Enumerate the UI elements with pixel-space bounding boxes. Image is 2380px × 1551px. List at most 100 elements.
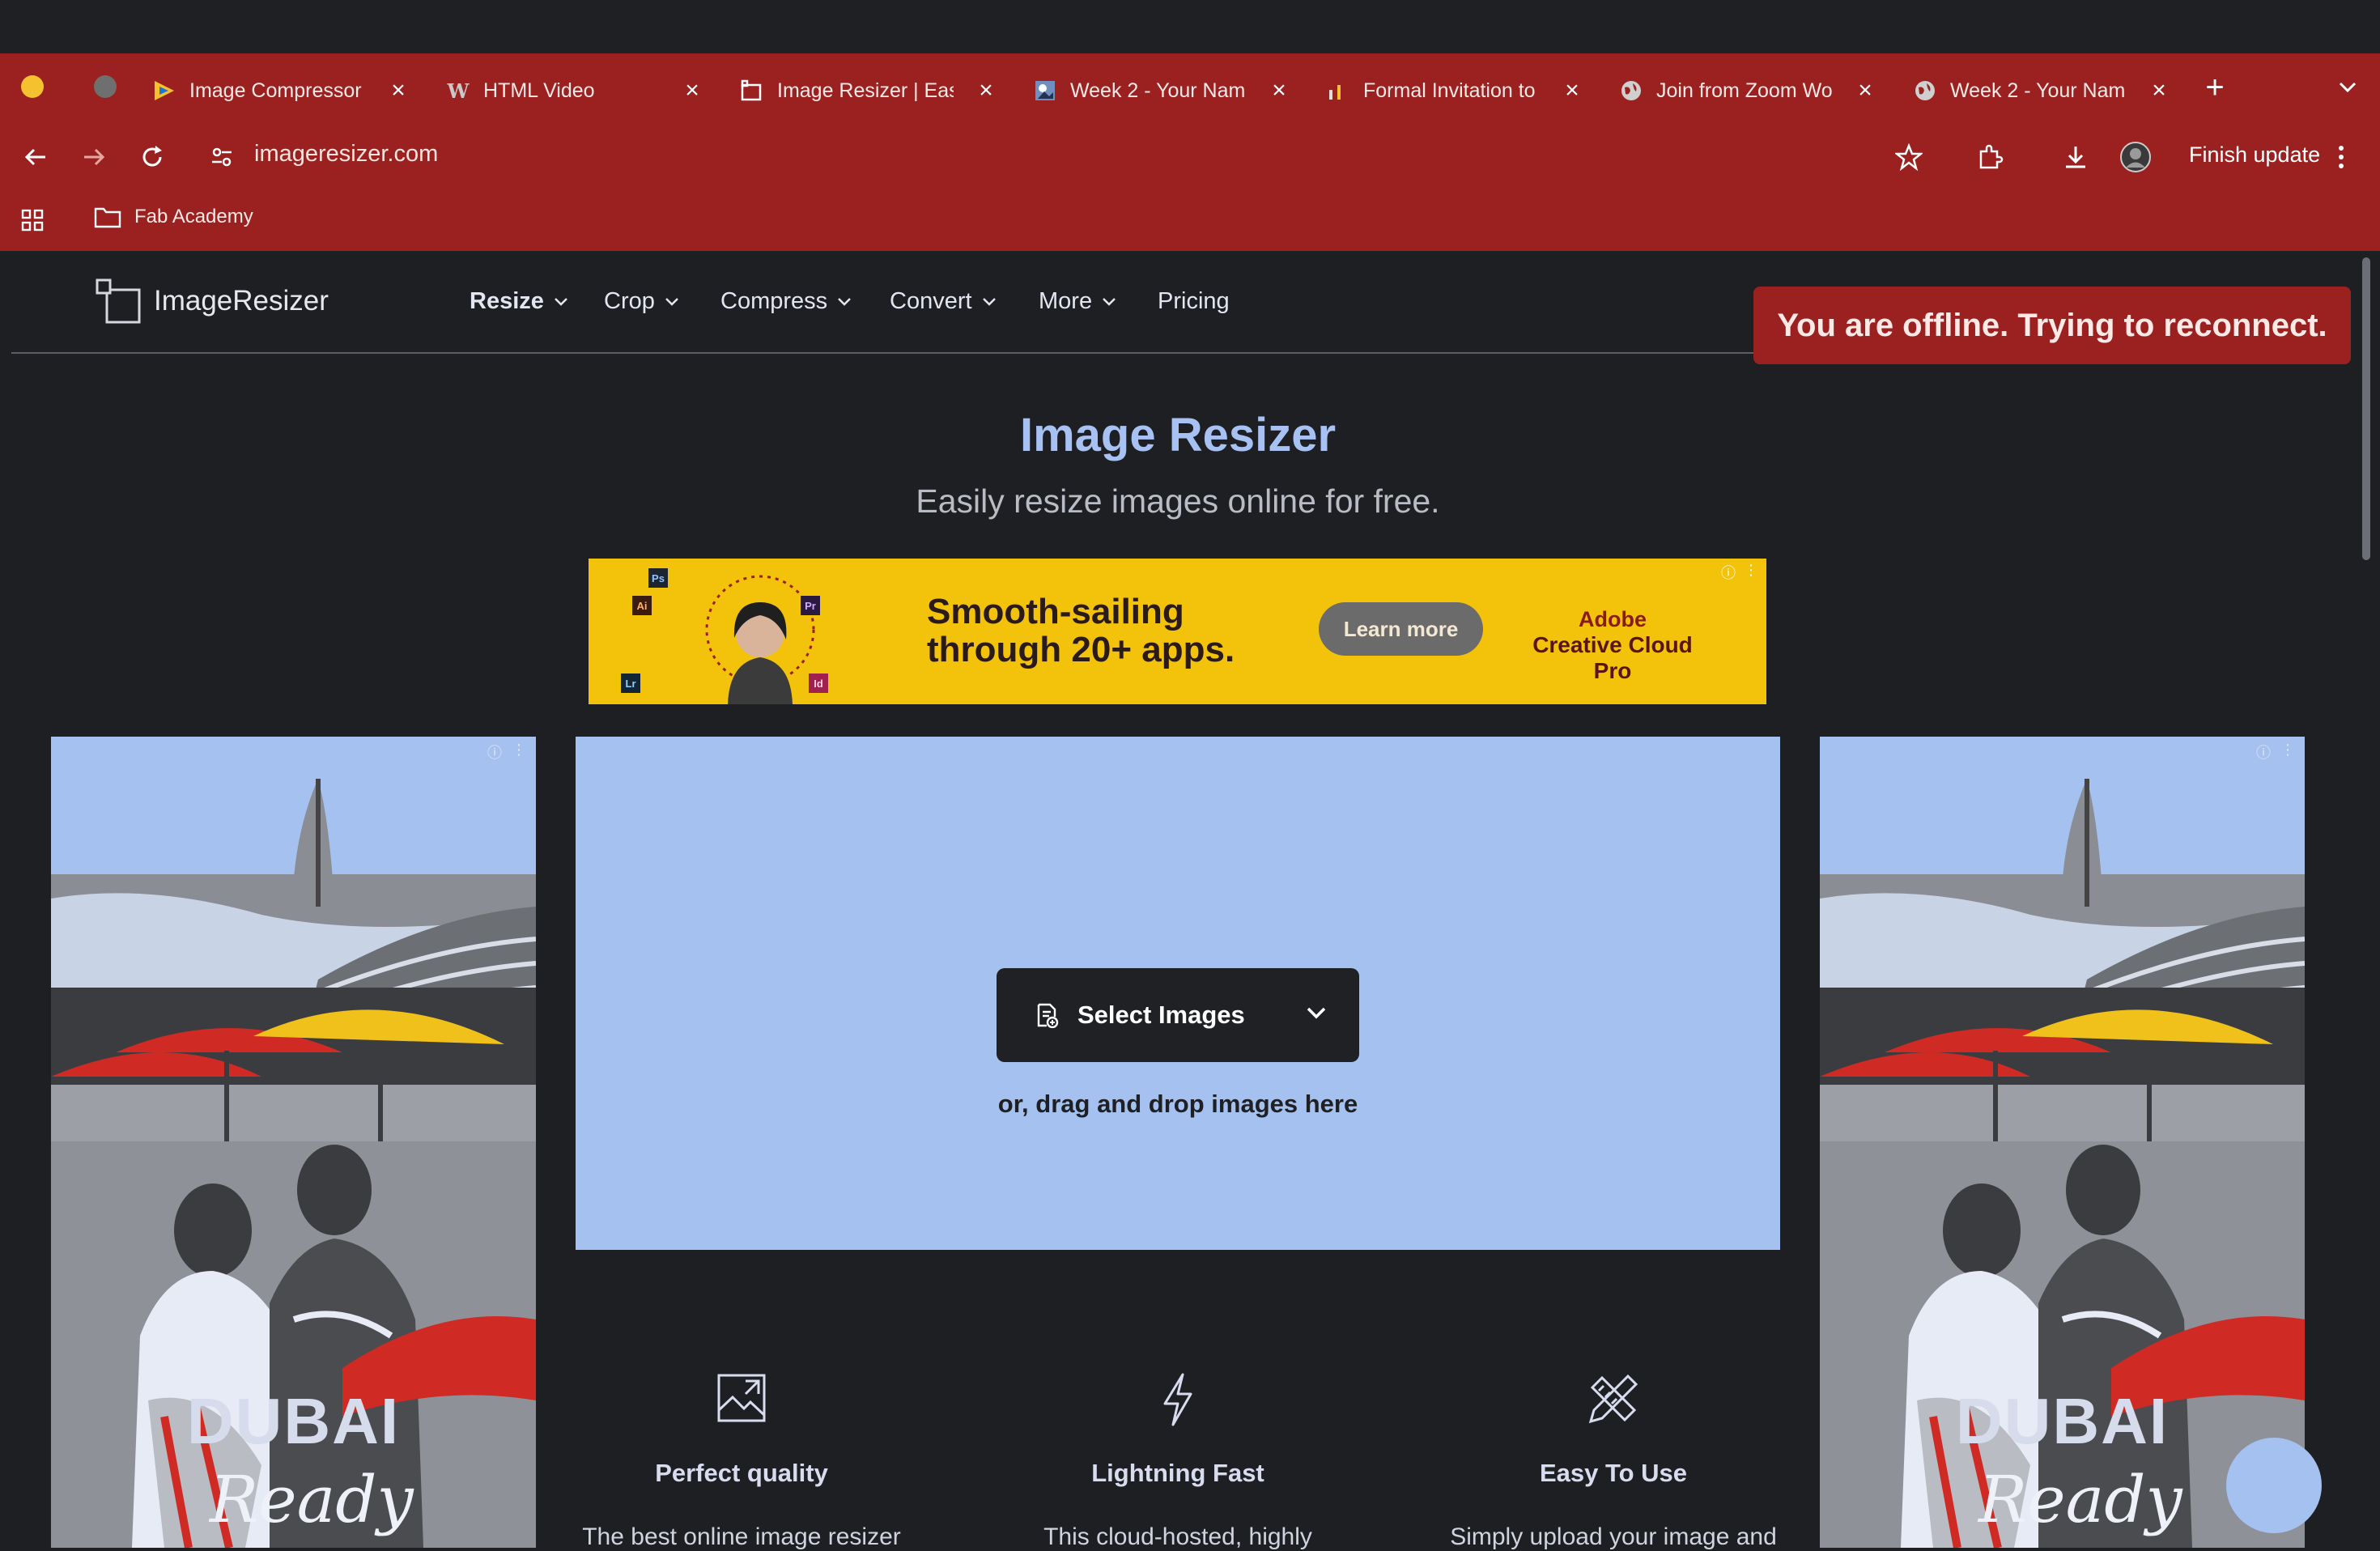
adobe-ad-banner[interactable]: Ps Ai Pr Lr Id Smooth-sailing through 20… bbox=[589, 559, 1766, 704]
bookmark-fab-academy[interactable]: Fab Academy bbox=[94, 206, 253, 228]
ps-badge: Ps bbox=[648, 568, 668, 588]
side-ad-tagline: Ready bbox=[1978, 1462, 2182, 1537]
reload-button[interactable] bbox=[133, 138, 172, 176]
image-resizer-favicon bbox=[740, 79, 764, 103]
upload-dropzone[interactable]: Select Images or, drag and drop images h… bbox=[576, 737, 1780, 1250]
w-favicon: W bbox=[447, 79, 470, 103]
feature-description: The best online image resizer bbox=[582, 1523, 901, 1550]
profile-avatar[interactable] bbox=[2116, 138, 2155, 176]
close-icon[interactable]: × bbox=[2144, 76, 2174, 105]
window-minimize-dot[interactable] bbox=[21, 75, 44, 98]
offline-banner: You are offline. Trying to reconnect. bbox=[1753, 287, 2351, 364]
folder-icon bbox=[94, 206, 121, 228]
tab-html-video[interactable]: W HTML Video × bbox=[440, 68, 707, 113]
nav-pricing[interactable]: Pricing bbox=[1158, 288, 1230, 315]
finish-update-button[interactable]: Finish update bbox=[2189, 142, 2320, 168]
chevron-down-icon bbox=[665, 297, 678, 306]
tab-week2-doc[interactable]: Week 2 - Your Nam × bbox=[1026, 68, 1294, 113]
forward-button[interactable] bbox=[74, 138, 113, 176]
nav-label: Crop bbox=[604, 288, 655, 314]
tab-zoom[interactable]: Join from Zoom Wo × bbox=[1613, 68, 1880, 113]
tab-title: Join from Zoom Wo bbox=[1656, 79, 1833, 102]
ad-info-icon[interactable]: ⓘ bbox=[485, 742, 504, 761]
chevron-down-icon bbox=[838, 297, 852, 306]
tab-formal-invitation[interactable]: Formal Invitation to × bbox=[1320, 68, 1587, 113]
lightning-icon bbox=[959, 1373, 1396, 1430]
close-icon[interactable]: × bbox=[971, 76, 1001, 105]
nav-label: Compress bbox=[720, 288, 828, 314]
system-bar bbox=[0, 0, 2380, 53]
close-icon[interactable]: × bbox=[1558, 76, 1587, 105]
side-ad-left[interactable]: DUBAI Ready ⓘ ⋮ bbox=[51, 737, 536, 1548]
globe-favicon bbox=[1619, 79, 1643, 103]
feature-title: Lightning Fast bbox=[1091, 1459, 1264, 1487]
ad-brand-line: Creative Cloud Pro bbox=[1532, 632, 1693, 683]
page-scrollbar[interactable] bbox=[2362, 257, 2370, 560]
logo-text: ImageResizer bbox=[154, 285, 329, 317]
feature-perfect-quality: Perfect quality The best online image re… bbox=[523, 1373, 960, 1551]
close-icon[interactable]: × bbox=[678, 76, 707, 105]
image-compressor-favicon bbox=[152, 79, 176, 103]
feature-title: Easy To Use bbox=[1539, 1459, 1688, 1487]
new-tab-button[interactable]: + bbox=[2199, 68, 2231, 107]
feature-title: Perfect quality bbox=[655, 1459, 828, 1487]
pr-badge: Pr bbox=[801, 596, 820, 615]
lr-badge: Lr bbox=[621, 674, 640, 693]
bookmark-label: Fab Academy bbox=[134, 206, 253, 227]
close-icon[interactable]: × bbox=[384, 76, 413, 105]
side-ad-title: DUBAI bbox=[1955, 1385, 2170, 1457]
chat-widget-button[interactable] bbox=[2226, 1438, 2322, 1533]
nav-label: Resize bbox=[470, 288, 544, 314]
select-images-button[interactable]: Select Images bbox=[997, 968, 1359, 1062]
nav-convert[interactable]: Convert bbox=[890, 288, 997, 315]
download-icon[interactable] bbox=[2056, 138, 2095, 176]
nav-resize[interactable]: Resize bbox=[470, 288, 568, 315]
apps-grid-icon[interactable] bbox=[13, 201, 52, 240]
tab-image-compressor[interactable]: Image Compressor × bbox=[146, 68, 413, 113]
ad-headline: Smooth-sailing through 20+ apps. bbox=[927, 593, 1235, 669]
page-subtitle: Easily resize images online for free. bbox=[916, 482, 1440, 520]
ad-menu-icon[interactable]: ⋮ bbox=[1741, 562, 1761, 581]
tab-image-resizer[interactable]: Image Resizer | Eas × bbox=[733, 68, 1001, 113]
site-info-icon[interactable] bbox=[202, 138, 241, 176]
ad-menu-icon[interactable]: ⋮ bbox=[509, 742, 529, 761]
site-logo[interactable]: ImageResizer bbox=[96, 278, 329, 324]
logo-mark-icon bbox=[96, 278, 141, 324]
tab-title: Image Resizer | Eas bbox=[777, 79, 954, 102]
ai-badge: Ai bbox=[632, 596, 652, 615]
ad-info-icon[interactable]: ⓘ bbox=[2254, 742, 2273, 761]
ad-learn-more-button[interactable]: Learn more bbox=[1319, 602, 1483, 656]
nav-crop[interactable]: Crop bbox=[604, 288, 679, 315]
nav-more[interactable]: More bbox=[1039, 288, 1116, 315]
page-title: Image Resizer bbox=[1019, 409, 1337, 461]
ad-menu-icon[interactable]: ⋮ bbox=[2278, 742, 2297, 761]
nav-label: More bbox=[1039, 288, 1093, 314]
pencil-ruler-icon bbox=[1395, 1373, 1832, 1430]
tab-title: Week 2 - Your Nam bbox=[1070, 79, 1246, 102]
image-resize-icon bbox=[523, 1373, 960, 1430]
address-bar[interactable]: imageresizer.com bbox=[254, 141, 438, 168]
tab-week2-site[interactable]: Week 2 - Your Nam × bbox=[1906, 68, 2174, 113]
chevron-down-icon[interactable] bbox=[1304, 1001, 1328, 1025]
back-button[interactable] bbox=[16, 138, 55, 176]
side-ad-right[interactable]: DUBAI Ready ⓘ ⋮ bbox=[1820, 737, 2305, 1548]
nav-compress[interactable]: Compress bbox=[720, 288, 852, 315]
browser-menu-icon[interactable] bbox=[2325, 138, 2357, 176]
window-zoom-dot[interactable] bbox=[94, 75, 117, 98]
header-divider bbox=[11, 352, 1760, 354]
id-badge: Id bbox=[809, 674, 828, 693]
ad-headline-line: through 20+ apps. bbox=[927, 630, 1235, 669]
bookmark-star-icon[interactable] bbox=[1889, 138, 1928, 176]
side-ad-title: DUBAI bbox=[186, 1385, 401, 1457]
document-favicon bbox=[1033, 79, 1057, 103]
tab-title: Week 2 - Your Nam bbox=[1950, 79, 2126, 102]
ad-info-icon[interactable]: ⓘ bbox=[1719, 562, 1738, 581]
feature-description: Simply upload your image and bbox=[1450, 1523, 1777, 1550]
nav-label: Pricing bbox=[1158, 288, 1230, 314]
close-icon[interactable]: × bbox=[1851, 76, 1880, 105]
ad-brand: Adobe Creative Cloud Pro bbox=[1524, 607, 1702, 684]
close-icon[interactable]: × bbox=[1264, 76, 1294, 105]
extensions-icon[interactable] bbox=[1970, 138, 2009, 176]
tab-search-button[interactable] bbox=[2331, 68, 2364, 107]
tab-title: Formal Invitation to bbox=[1363, 79, 1536, 102]
